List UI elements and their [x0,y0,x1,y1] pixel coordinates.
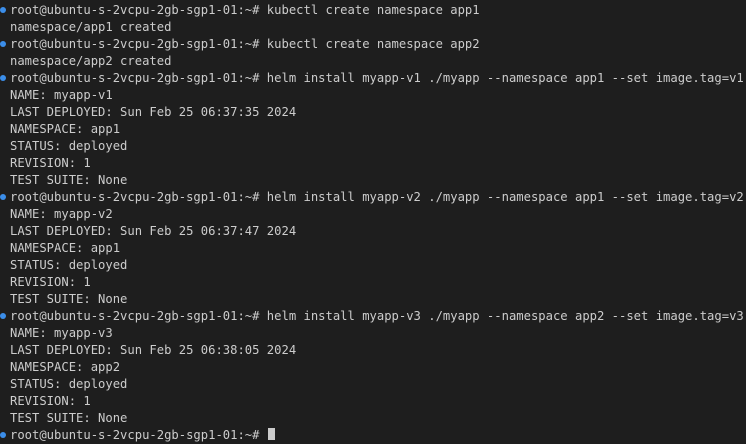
line-text: STATUS: deployed [10,139,128,153]
line-text: NAME: myapp-v1 [10,88,113,102]
command-decoration-icon[interactable] [0,194,6,200]
output-line: STATUS: deployed [10,138,127,155]
output-line: NAME: myapp-v3 [10,325,113,342]
output-line: REVISION: 1 [10,393,91,410]
line-text: LAST DEPLOYED: Sun Feb 25 06:37:35 2024 [10,105,297,119]
output-line: STATUS: deployed [10,376,127,393]
command-decoration-icon[interactable] [0,75,6,81]
terminal-output[interactable]: root@ubuntu-s-2vcpu-2gb-sgp1-01:~# kubec… [0,0,746,442]
output-line: NAMESPACE: app1 [10,121,120,138]
line-text: namespace/app1 created [10,20,172,34]
command-line: root@ubuntu-s-2vcpu-2gb-sgp1-01:~# helm … [10,308,744,325]
output-line: LAST DEPLOYED: Sun Feb 25 06:37:47 2024 [10,223,296,240]
output-line: NAMESPACE: app2 [10,359,120,376]
command-decoration-icon[interactable] [0,7,6,13]
output-line: namespace/app2 created [10,53,171,70]
line-text: LAST DEPLOYED: Sun Feb 25 06:37:47 2024 [10,224,297,238]
output-line: REVISION: 1 [10,155,91,172]
line-text: root@ubuntu-s-2vcpu-2gb-sgp1-01:~# helm … [10,71,744,85]
command-line: root@ubuntu-s-2vcpu-2gb-sgp1-01:~# helm … [10,189,744,206]
line-text: root@ubuntu-s-2vcpu-2gb-sgp1-01:~# helm … [10,309,744,323]
line-text: root@ubuntu-s-2vcpu-2gb-sgp1-01:~# helm … [10,190,744,204]
line-text: STATUS: deployed [10,258,128,272]
output-line: namespace/app1 created [10,19,171,36]
command-decoration-icon[interactable] [0,313,6,319]
line-text: NAME: myapp-v2 [10,207,113,221]
output-line: LAST DEPLOYED: Sun Feb 25 06:37:35 2024 [10,104,296,121]
line-text: namespace/app2 created [10,54,172,68]
output-line: TEST SUITE: None [10,410,127,427]
line-text: root@ubuntu-s-2vcpu-2gb-sgp1-01:~# [10,428,267,442]
line-text: REVISION: 1 [10,275,91,289]
command-line: root@ubuntu-s-2vcpu-2gb-sgp1-01:~# kubec… [10,2,480,19]
line-text: REVISION: 1 [10,156,91,170]
output-line: STATUS: deployed [10,257,127,274]
line-text: TEST SUITE: None [10,173,128,187]
line-text: TEST SUITE: None [10,292,128,306]
current-prompt-line[interactable]: root@ubuntu-s-2vcpu-2gb-sgp1-01:~# [10,427,275,444]
line-text: root@ubuntu-s-2vcpu-2gb-sgp1-01:~# kubec… [10,3,480,17]
line-text: STATUS: deployed [10,377,128,391]
cursor [267,428,275,440]
output-line: NAMESPACE: app1 [10,240,120,257]
output-line: REVISION: 1 [10,274,91,291]
command-decoration-icon[interactable] [0,41,6,47]
line-text: NAME: myapp-v3 [10,326,113,340]
line-text: REVISION: 1 [10,394,91,408]
line-text: LAST DEPLOYED: Sun Feb 25 06:38:05 2024 [10,343,297,357]
line-text: NAMESPACE: app2 [10,360,121,374]
command-line: root@ubuntu-s-2vcpu-2gb-sgp1-01:~# helm … [10,70,744,87]
line-text: NAMESPACE: app1 [10,241,121,255]
output-line: TEST SUITE: None [10,291,127,308]
output-line: TEST SUITE: None [10,172,127,189]
line-text: NAMESPACE: app1 [10,122,121,136]
output-line: LAST DEPLOYED: Sun Feb 25 06:38:05 2024 [10,342,296,359]
command-line: root@ubuntu-s-2vcpu-2gb-sgp1-01:~# kubec… [10,36,480,53]
output-line: NAME: myapp-v2 [10,206,113,223]
line-text: TEST SUITE: None [10,411,128,425]
line-text: root@ubuntu-s-2vcpu-2gb-sgp1-01:~# kubec… [10,37,480,51]
output-line: NAME: myapp-v1 [10,87,113,104]
